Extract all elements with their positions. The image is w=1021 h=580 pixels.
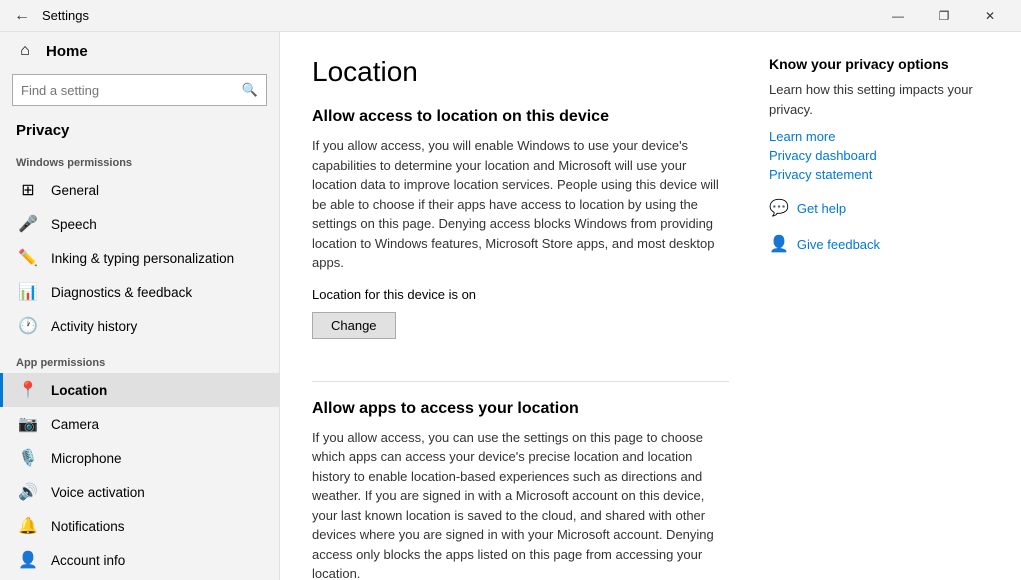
learn-more-link[interactable]: Learn more	[769, 129, 989, 144]
close-button[interactable]: ✕	[967, 0, 1013, 32]
inking-icon: ✏️	[19, 249, 37, 267]
change-button[interactable]: Change	[312, 312, 396, 339]
main-content: Location Allow access to location on thi…	[280, 32, 1021, 580]
sidebar-item-diagnostics[interactable]: 📊 Diagnostics & feedback	[0, 275, 279, 309]
sidebar-item-account[interactable]: 👤 Account info	[0, 543, 279, 577]
get-help-row: 💬 Get help	[769, 198, 989, 218]
app-title: Settings	[42, 8, 875, 23]
sidebar-item-label: Microphone	[51, 451, 122, 466]
window-controls: — ❐ ✕	[875, 0, 1013, 32]
give-feedback-link[interactable]: Give feedback	[797, 237, 880, 252]
speech-icon: 🎤	[19, 215, 37, 233]
sidebar-item-inking[interactable]: ✏️ Inking & typing personalization	[0, 241, 279, 275]
search-icon: 🔍	[242, 82, 258, 98]
sidebar-item-speech[interactable]: 🎤 Speech	[0, 207, 279, 241]
sidebar-item-label: Speech	[51, 217, 97, 232]
sidebar-item-voice[interactable]: 🔊 Voice activation	[0, 475, 279, 509]
sidebar-item-label: Inking & typing personalization	[51, 251, 234, 266]
home-nav-item[interactable]: ⌂ Home	[0, 32, 279, 70]
section2-body: If you allow access, you can use the set…	[312, 428, 729, 580]
home-icon: ⌂	[16, 42, 34, 60]
feedback-row: 👤 Give feedback	[769, 234, 989, 254]
sidebar-item-general[interactable]: ⊞ General	[0, 173, 279, 207]
sidebar-item-label: Diagnostics & feedback	[51, 285, 192, 300]
restore-button[interactable]: ❐	[921, 0, 967, 32]
account-icon: 👤	[19, 551, 37, 569]
title-bar: ← Settings — ❐ ✕	[0, 0, 1021, 32]
notifications-icon: 🔔	[19, 517, 37, 535]
app-body: ⌂ Home 🔍 Privacy Windows permissions ⊞ G…	[0, 32, 1021, 580]
privacy-section-label: Privacy	[0, 114, 279, 143]
windows-permissions-header: Windows permissions	[0, 143, 279, 173]
right-panel: Know your privacy options Learn how this…	[769, 56, 989, 556]
sidebar-item-label: Location	[51, 383, 107, 398]
section2-heading: Allow apps to access your location	[312, 400, 729, 418]
sidebar-item-camera[interactable]: 📷 Camera	[0, 407, 279, 441]
content-area: Location Allow access to location on thi…	[312, 56, 729, 556]
feedback-icon: 👤	[769, 234, 789, 254]
search-box[interactable]: 🔍	[12, 74, 267, 106]
page-title: Location	[312, 56, 729, 88]
sidebar: ⌂ Home 🔍 Privacy Windows permissions ⊞ G…	[0, 32, 280, 580]
app-permissions-header: App permissions	[0, 343, 279, 373]
section1-heading: Allow access to location on this device	[312, 108, 729, 126]
divider	[312, 381, 729, 382]
sidebar-item-label: Notifications	[51, 519, 125, 534]
general-icon: ⊞	[19, 181, 37, 199]
activity-icon: 🕐	[19, 317, 37, 335]
privacy-dashboard-link[interactable]: Privacy dashboard	[769, 148, 989, 163]
privacy-statement-link[interactable]: Privacy statement	[769, 167, 989, 182]
microphone-icon: 🎙️	[19, 449, 37, 467]
sidebar-item-label: Activity history	[51, 319, 137, 334]
home-label: Home	[46, 43, 88, 60]
right-panel-desc: Learn how this setting impacts your priv…	[769, 80, 989, 119]
section1-body: If you allow access, you will enable Win…	[312, 136, 729, 273]
sidebar-item-microphone[interactable]: 🎙️ Microphone	[0, 441, 279, 475]
help-icon: 💬	[769, 198, 789, 218]
minimize-button[interactable]: —	[875, 0, 921, 32]
sidebar-item-label: Camera	[51, 417, 99, 432]
back-button[interactable]: ←	[8, 2, 36, 30]
get-help-link[interactable]: Get help	[797, 201, 846, 216]
sidebar-item-location[interactable]: 📍 Location	[0, 373, 279, 407]
search-input[interactable]	[21, 83, 242, 98]
camera-icon: 📷	[19, 415, 37, 433]
voice-icon: 🔊	[19, 483, 37, 501]
right-panel-heading: Know your privacy options	[769, 56, 989, 72]
device-status: Location for this device is on	[312, 287, 729, 302]
sidebar-item-label: General	[51, 183, 99, 198]
sidebar-item-label: Account info	[51, 553, 125, 568]
location-icon: 📍	[19, 381, 37, 399]
diagnostics-icon: 📊	[19, 283, 37, 301]
sidebar-item-notifications[interactable]: 🔔 Notifications	[0, 509, 279, 543]
sidebar-item-activity[interactable]: 🕐 Activity history	[0, 309, 279, 343]
sidebar-item-label: Voice activation	[51, 485, 145, 500]
